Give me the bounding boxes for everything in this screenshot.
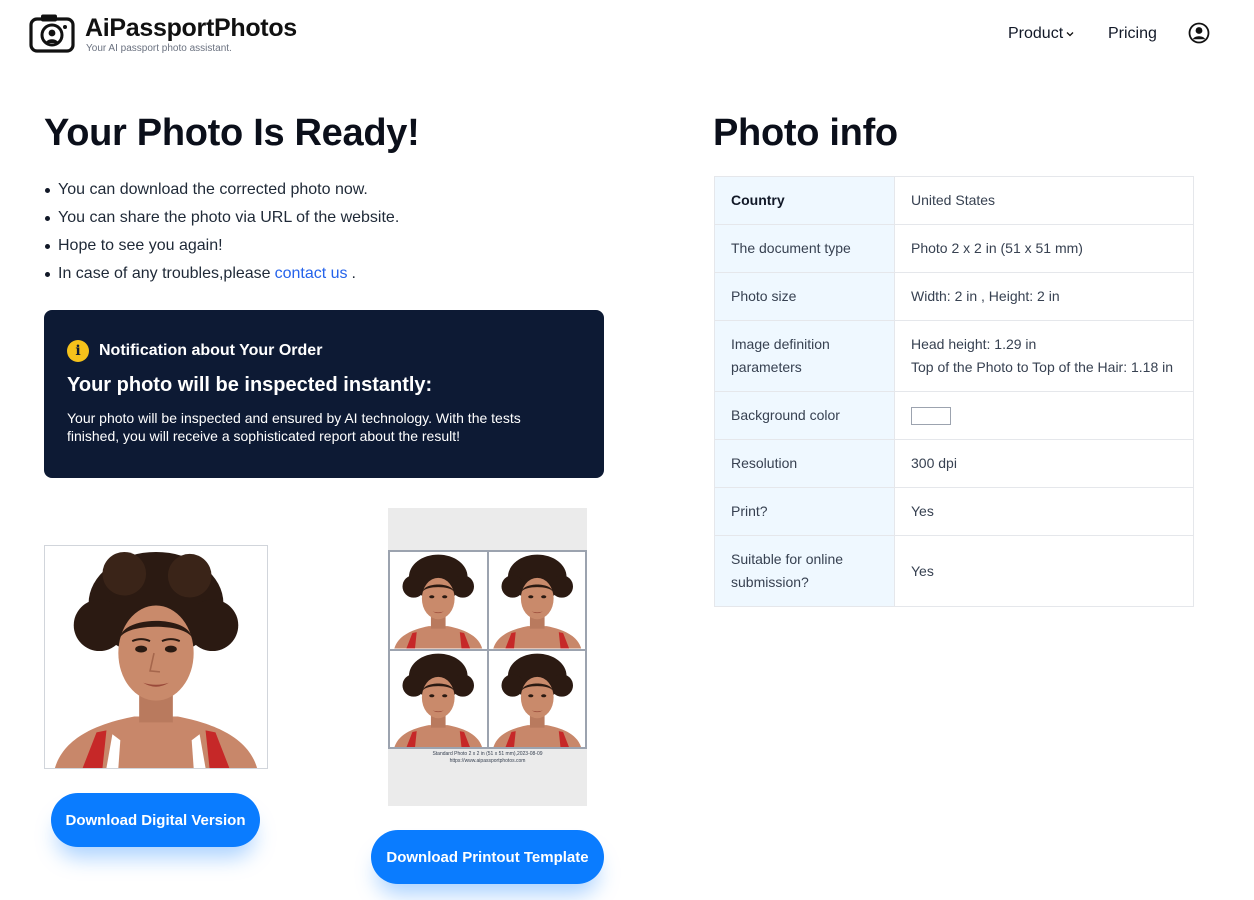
sheet-photo [487,551,586,650]
sheet-photo [389,551,488,650]
portrait-image [488,552,585,649]
portrait-image [390,552,487,649]
row-value: Width: 2 in , Height: 2 in [894,272,1194,321]
bullet-text: Hope to see you again! [58,237,223,254]
row-key: Background color [714,391,895,440]
portrait-image [488,650,585,747]
row-key: Photo size [714,272,895,321]
bullet-text: You can share the photo via URL of the w… [58,209,400,226]
row-key: The document type [714,224,895,273]
portrait-image [390,650,487,747]
portrait-image [45,546,267,768]
order-notification-panel: i Notification about Your Order Your pho… [44,310,604,478]
list-item: You can share the photo via URL of the w… [44,204,399,232]
brand-tagline: Your AI passport photo assistant. [86,43,232,54]
sheet-caption: Standard Photo 2 x 2 in (51 x 51 mm),202… [388,751,587,765]
chevron-down-icon [1066,32,1074,37]
row-value: 300 dpi [894,439,1194,488]
camera-logo-icon [29,14,75,53]
bullet-dot-icon [45,187,50,193]
brand-logo[interactable]: AiPassportPhotos Your AI passport photo … [29,13,297,55]
nav-product-menu[interactable]: Product [1008,25,1074,43]
photo-info-title: Photo info [713,112,898,154]
table-row: Background color [714,391,1194,440]
digital-photo-preview [44,545,268,769]
row-value: Yes [894,535,1194,607]
sheet-photo [487,649,586,748]
bullet-dot-icon [45,271,50,277]
sheet-caption-url: https://www.aipassportphotos.com [449,758,526,764]
row-key: Suitable for online submission? [714,535,895,607]
nav-product-label: Product [1008,25,1064,42]
table-row: Suitable for online submission? Yes [714,535,1194,607]
row-value: United States [894,176,1194,225]
row-value: Head height: 1.29 in Top of the Photo to… [894,320,1194,392]
bullet-text: You can download the corrected photo now… [58,181,368,198]
notification-body: Your photo will be inspected and ensured… [67,410,521,444]
page-title: Your Photo Is Ready! [44,112,420,154]
row-key: Print? [714,487,895,536]
notification-title: Notification about Your Order [99,342,323,359]
row-key: Image definition parameters [714,320,895,392]
download-digital-button[interactable]: Download Digital Version [51,793,260,847]
table-row: Photo size Width: 2 in , Height: 2 in [714,272,1194,321]
table-row: Resolution 300 dpi [714,439,1194,488]
nav-pricing-link[interactable]: Pricing [1108,25,1157,43]
bullet-text: In case of any troubles,please [58,265,271,282]
info-icon: i [67,340,89,362]
brand-name: AiPassportPhotos [85,14,297,42]
table-row: Print? Yes [714,487,1194,536]
result-bullet-list: You can download the corrected photo now… [44,176,399,288]
bullet-suffix: . [351,265,356,282]
list-item: Hope to see you again! [44,232,399,260]
notification-heading: Your photo will be inspected instantly: [67,374,433,396]
row-key: Country [714,176,895,225]
background-color-swatch [911,407,951,426]
sheet-photo [389,649,488,748]
table-row: The document type Photo 2 x 2 in (51 x 5… [714,224,1194,273]
download-printout-button[interactable]: Download Printout Template [371,830,604,884]
printout-template-preview: Standard Photo 2 x 2 in (51 x 51 mm),202… [388,508,587,806]
photo-info-table: Country United States The document type … [714,176,1194,607]
contact-us-link[interactable]: contact us [275,260,348,288]
table-row: Image definition parameters Head height:… [714,320,1194,392]
bullet-dot-icon [45,215,50,221]
list-item: You can download the corrected photo now… [44,176,399,204]
user-account-icon[interactable] [1188,22,1210,44]
row-value: Photo 2 x 2 in (51 x 51 mm) [894,224,1194,273]
row-value: Yes [894,487,1194,536]
list-item: In case of any troubles,please contact us… [44,260,399,288]
head-height-value: Head height: 1.29 in [911,336,1037,352]
photo-sheet-grid [388,550,587,749]
bullet-dot-icon [45,243,50,249]
row-key: Resolution [714,439,895,488]
table-row: Country United States [714,176,1194,225]
top-to-hair-value: Top of the Photo to Top of the Hair: 1.1… [911,359,1174,375]
sheet-caption-line: Standard Photo 2 x 2 in (51 x 51 mm),202… [432,751,543,757]
nav-pricing-label: Pricing [1108,25,1157,42]
row-value [894,391,1194,440]
